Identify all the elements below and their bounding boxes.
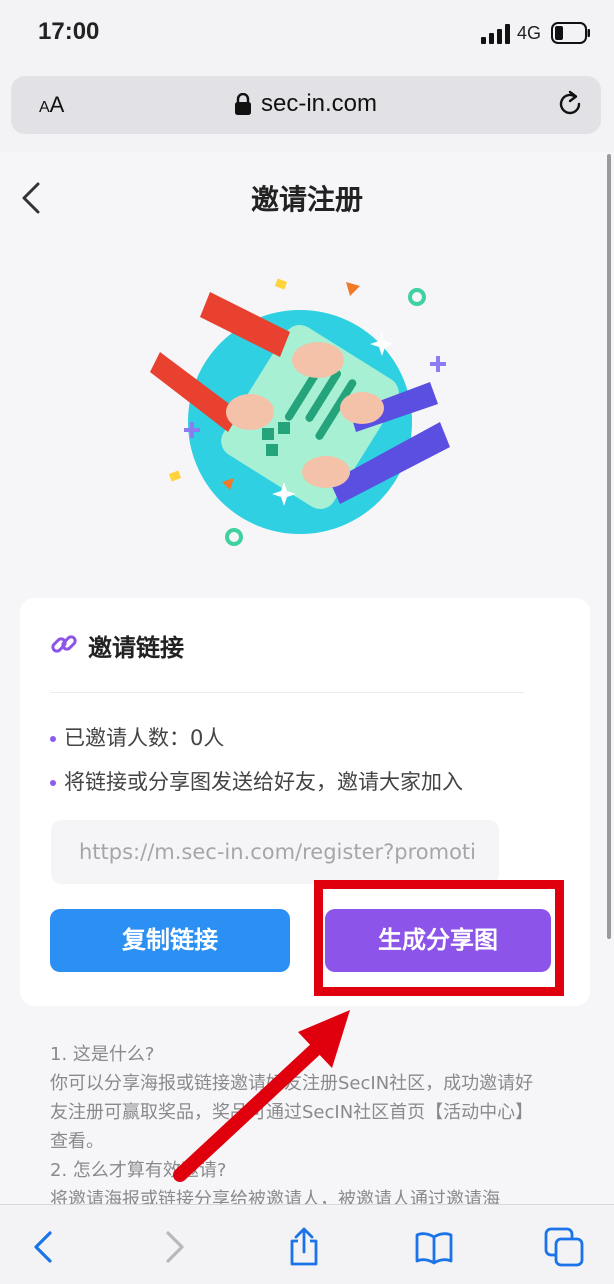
annotation-arrow [173,1010,350,1182]
link-icon [51,635,77,653]
tabs-icon[interactable] [544,1227,584,1267]
bullet-dot [50,780,56,786]
card-title: 邀请链接 [88,634,184,662]
invite-illustration [150,278,450,546]
invited-count-text: 已邀请人数：0人 [64,726,225,750]
invite-url-field[interactable]: https://m.sec-in.com/register?promoti [51,820,499,884]
invite-instruction-text: 将链接或分享图发送给好友，邀请大家加入 [64,770,463,794]
toolbar-back-icon[interactable] [24,1227,64,1267]
invite-instruction: 将链接或分享图发送给好友，邀请大家加入 [50,766,463,796]
share-icon[interactable] [284,1227,324,1267]
battery-icon [551,22,590,44]
page-scrollbar[interactable] [607,154,611,939]
bullet-dot [50,736,56,742]
invited-count: 已邀请人数：0人 [50,722,224,752]
network-type: 4G [517,23,542,43]
browser-toolbar [0,1204,614,1284]
toolbar-forward-icon[interactable] [154,1227,194,1267]
page-title: 邀请注册 [250,183,363,216]
bookmarks-icon[interactable] [414,1227,454,1267]
address-bar[interactable]: AA sec-in.com [11,76,601,134]
divider [50,692,524,693]
status-bar: 17:00 4G [0,0,614,66]
invite-url-text: https://m.sec-in.com/register?promoti [79,840,476,864]
url-text: sec-in.com [260,90,378,117]
annotation-highlight-box [314,880,564,996]
signal-icon [481,24,510,44]
url-display[interactable]: sec-in.com [11,90,601,118]
reload-icon[interactable] [555,89,585,119]
status-time: 17:00 [38,18,100,45]
copy-link-button[interactable]: 复制链接 [50,909,290,972]
lock-icon [234,93,251,115]
page-nav-bar: 邀请注册 [0,152,614,242]
